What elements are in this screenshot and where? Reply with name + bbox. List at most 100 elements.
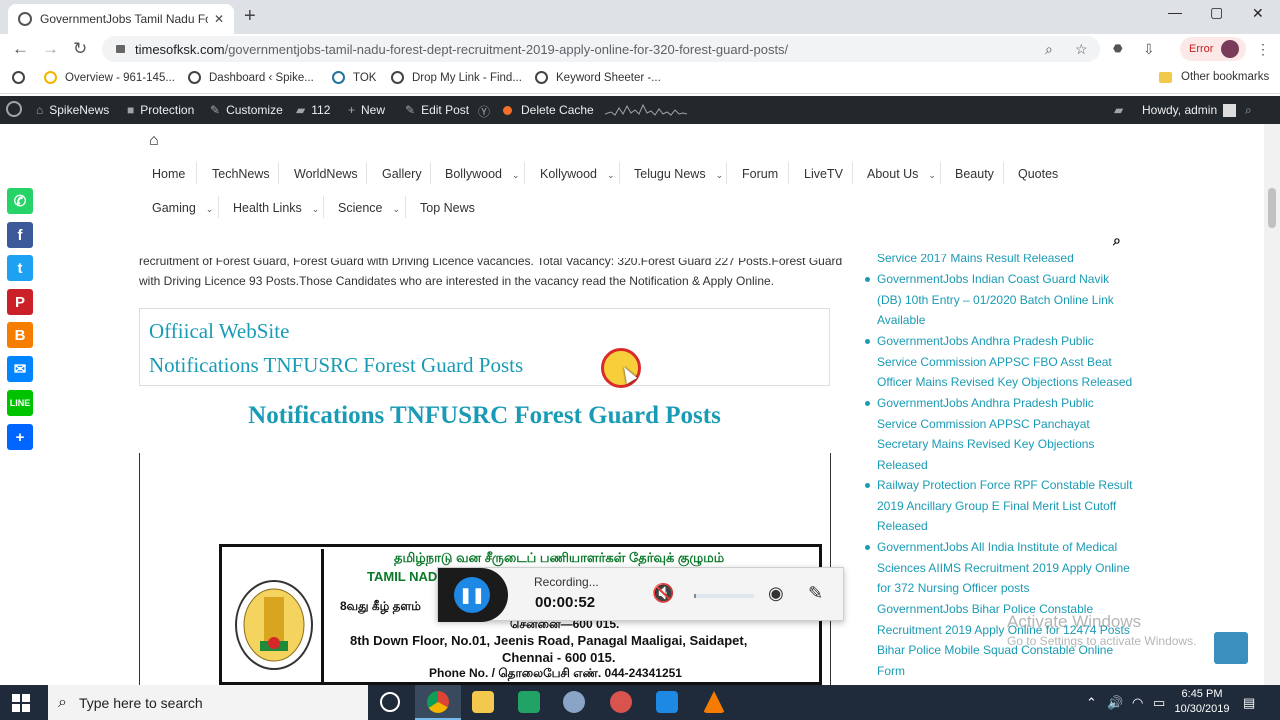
- bookmark-dashboard[interactable]: Dashboard ‹ Spike...: [188, 71, 314, 84]
- addtoany-share-icon[interactable]: +: [7, 424, 33, 450]
- new-tab-button[interactable]: +: [244, 5, 256, 28]
- bookmark-overview[interactable]: Overview - 961-145...: [44, 71, 175, 84]
- address-bar[interactable]: timesofksk.com/governmentjobs-tamil-nadu…: [102, 36, 1100, 62]
- chevron-down-icon: ⌄: [928, 170, 936, 180]
- sidebar-post[interactable]: GovernmentJobs Indian Coast Guard Navik …: [865, 269, 1135, 331]
- bookmark-tok[interactable]: TOK: [332, 71, 376, 84]
- adminbar-customize[interactable]: ✎ Customize: [210, 103, 283, 117]
- reload-button[interactable]: ↻: [73, 39, 87, 59]
- pinterest-share-icon[interactable]: P: [7, 289, 33, 315]
- spreadsheet-icon[interactable]: [518, 691, 540, 713]
- sidebar-post[interactable]: Railway Protection Force RPF Constable R…: [865, 475, 1135, 537]
- close-tab-icon[interactable]: ✕: [214, 12, 224, 26]
- forward-button[interactable]: →: [42, 39, 59, 59]
- blogger-share-icon[interactable]: B: [7, 322, 33, 348]
- microphone-muted-icon[interactable]: 🔇: [652, 583, 674, 604]
- sidebar-post[interactable]: GovernmentJobs Andhra Pradesh Public Ser…: [865, 331, 1135, 393]
- volume-icon[interactable]: 🔊: [1107, 695, 1123, 711]
- globe-icon: [18, 12, 32, 26]
- apps-icon[interactable]: [12, 71, 25, 84]
- adminbar-edit-post[interactable]: ✎ Edit Post: [405, 103, 469, 117]
- chrome-icon[interactable]: [427, 691, 449, 713]
- sidebar-post[interactable]: GovernmentJobs All India Institute of Me…: [865, 537, 1135, 599]
- sidebar-post-partial[interactable]: Service 2017 Mains Result Released: [877, 254, 1135, 269]
- menu-home[interactable]: Home: [152, 167, 185, 181]
- scroll-to-top-button[interactable]: [1214, 632, 1248, 664]
- menu-gallery[interactable]: Gallery: [382, 167, 422, 181]
- menu-health-links[interactable]: Health Links ⌄: [233, 201, 319, 215]
- scrollbar-thumb[interactable]: [1268, 188, 1276, 228]
- adminbar-comments[interactable]: ▰ 112: [296, 103, 330, 117]
- menu-separator: [430, 162, 431, 184]
- browser-tab[interactable]: GovernmentJobs Tamil Nadu For ✕: [8, 4, 234, 34]
- site-search-icon[interactable]: ⌕: [1113, 232, 1121, 249]
- menu-beauty[interactable]: Beauty: [955, 167, 994, 181]
- zoom-icon[interactable]: ⌕: [1045, 41, 1053, 58]
- notifications-icon[interactable]: ▤: [1243, 695, 1255, 711]
- sidebar-post[interactable]: GovernmentJobs Andhra Pradesh Public Ser…: [865, 393, 1135, 475]
- menu-gaming[interactable]: Gaming ⌄: [152, 201, 213, 215]
- profile-error-pill[interactable]: Error: [1180, 37, 1246, 61]
- download-icon[interactable]: ⇩: [1143, 41, 1155, 58]
- volume-slider[interactable]: [694, 594, 754, 598]
- adminbar-search-icon[interactable]: ⌕: [1245, 103, 1258, 118]
- maximize-button[interactable]: ▢: [1210, 4, 1223, 21]
- bookmark-keyword-sheeter[interactable]: Keyword Sheeter -...: [535, 71, 661, 84]
- adblock-icon[interactable]: ⬣: [1113, 42, 1123, 55]
- draw-pencil-icon[interactable]: ✎: [808, 583, 823, 604]
- adminbar-notice-icon[interactable]: ▰: [1114, 103, 1129, 117]
- menu-forum[interactable]: Forum: [742, 167, 778, 181]
- yoast-icon[interactable]: Ⓨ: [478, 103, 490, 120]
- home-icon[interactable]: ⌂: [149, 132, 159, 150]
- tray-chevron-up-icon[interactable]: ⌃: [1086, 695, 1097, 711]
- messenger-share-icon[interactable]: ✉: [7, 356, 33, 382]
- webcam-icon[interactable]: ◉: [768, 583, 784, 604]
- windows-start-icon[interactable]: [12, 694, 30, 712]
- plus-icon: +: [348, 103, 356, 117]
- app-icon[interactable]: [563, 691, 585, 713]
- back-button[interactable]: ←: [12, 39, 29, 59]
- menu-kebab-icon[interactable]: ⋮: [1256, 41, 1270, 58]
- line-share-icon[interactable]: LINE: [7, 390, 33, 416]
- menu-worldnews[interactable]: WorldNews: [294, 167, 358, 181]
- other-bookmarks[interactable]: Other bookmarks: [1159, 71, 1269, 83]
- activation-watermark-text: Go to Settings to activate Windows.: [1007, 634, 1197, 648]
- screen-recorder-app-icon[interactable]: [656, 691, 678, 713]
- adminbar-new[interactable]: + New: [348, 103, 385, 117]
- recorder-pause-button[interactable]: ❚❚: [438, 568, 508, 622]
- twitter-share-icon[interactable]: t: [7, 255, 33, 281]
- adminbar-site[interactable]: ⌂ SpikeNews: [36, 103, 109, 117]
- vlc-icon[interactable]: [703, 691, 725, 713]
- wifi-icon[interactable]: ◠: [1132, 695, 1143, 711]
- menu-bollywood[interactable]: Bollywood ⌄: [445, 167, 520, 181]
- menu-telugu-news[interactable]: Telugu News ⌄: [634, 167, 723, 181]
- menu-technews[interactable]: TechNews: [212, 167, 270, 181]
- chevron-down-icon: ⌄: [511, 170, 520, 180]
- adminbar-howdy[interactable]: Howdy, admin: [1142, 103, 1237, 117]
- minimize-button[interactable]: —: [1168, 4, 1182, 20]
- bookmark-star-icon[interactable]: ☆: [1075, 41, 1088, 58]
- adminbar-protection[interactable]: ■ Protection: [127, 103, 194, 117]
- bookmark-drop-my-link[interactable]: Drop My Link - Find...: [391, 71, 522, 84]
- url-path: /governmentjobs-tamil-nadu-forest-dept-r…: [224, 41, 789, 57]
- menu-kollywood[interactable]: Kollywood ⌄: [540, 167, 615, 181]
- menu-quotes[interactable]: Quotes: [1018, 167, 1058, 181]
- file-explorer-icon[interactable]: [472, 691, 494, 713]
- facebook-share-icon[interactable]: f: [7, 222, 33, 248]
- app-icon[interactable]: [610, 691, 632, 713]
- home-icon: ⌂: [36, 103, 44, 117]
- adminbar-delete-cache[interactable]: Delete Cache: [503, 103, 594, 117]
- menu-science[interactable]: Science ⌄: [338, 201, 400, 215]
- close-window-button[interactable]: ✕: [1252, 5, 1264, 22]
- taskbar-search[interactable]: ⌕ Type here to search: [48, 685, 368, 720]
- menu-top-news[interactable]: Top News: [420, 201, 475, 215]
- notification-link[interactable]: Notifications TNFUSRC Forest Guard Posts: [149, 353, 523, 378]
- official-website-link[interactable]: Offiical WebSite: [149, 319, 289, 344]
- network-icon[interactable]: ▭: [1153, 695, 1165, 711]
- menu-about-us[interactable]: About Us ⌄: [867, 167, 936, 181]
- wordpress-logo-icon[interactable]: [6, 101, 22, 117]
- cortana-icon[interactable]: [380, 692, 400, 712]
- whatsapp-share-icon[interactable]: ✆: [7, 188, 33, 214]
- taskbar-clock[interactable]: 6:45 PM 10/30/2019: [1172, 687, 1232, 717]
- menu-livetv[interactable]: LiveTV: [804, 167, 843, 181]
